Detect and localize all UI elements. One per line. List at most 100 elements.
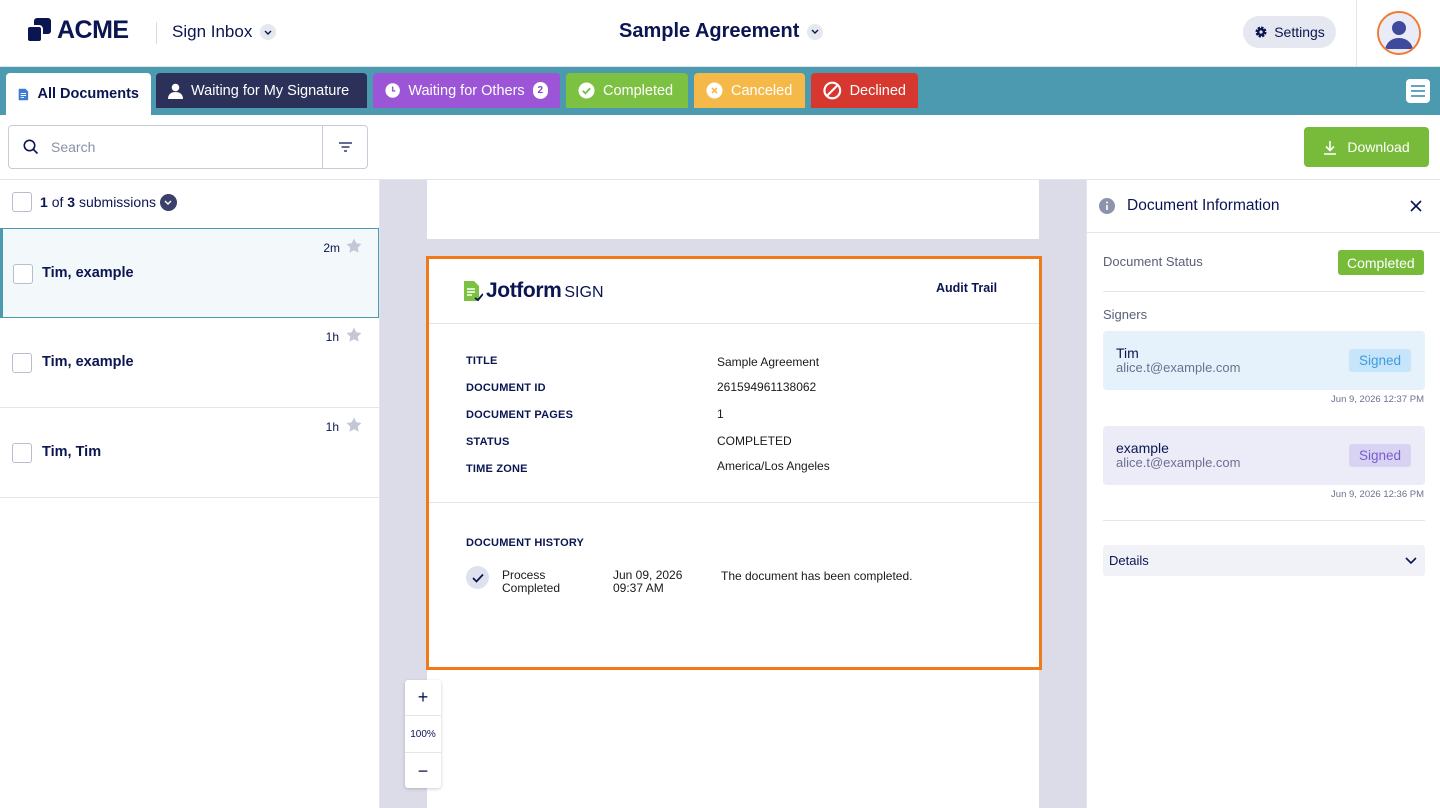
document-info-panel: Document Information Document Status Com…	[1086, 180, 1440, 808]
of-label: of	[51, 194, 64, 210]
signed-badge: Signed	[1348, 349, 1411, 372]
field-label: TIME ZONE	[466, 463, 528, 475]
zoom-out-button[interactable]: −	[405, 754, 441, 788]
document-page	[427, 670, 1039, 808]
document-page	[427, 180, 1039, 239]
search-icon	[23, 139, 39, 155]
check-icon	[466, 566, 489, 589]
list-item[interactable]: Tim, Tim 1h	[0, 408, 379, 498]
count-badge: 2	[532, 82, 548, 99]
tab-declined[interactable]: Declined	[811, 73, 918, 108]
sign-brand: SIGN	[564, 283, 604, 301]
download-button[interactable]: Download	[1304, 127, 1429, 167]
history-description: The document has been completed.	[721, 569, 913, 583]
brand-name: ACME	[57, 16, 129, 44]
total-count: 3	[67, 194, 76, 210]
brand-logo[interactable]: ACME	[27, 16, 129, 45]
signer-email: alice.t@example.com	[1116, 360, 1241, 375]
inbox-label: Sign Inbox	[172, 22, 253, 41]
tab-label: Waiting for My Signature	[191, 82, 350, 99]
tab-waiting-for-my-signature[interactable]: Waiting for My Signature	[156, 73, 367, 108]
tab-canceled[interactable]: Canceled	[694, 73, 805, 108]
signed-badge: Signed	[1348, 444, 1411, 467]
chevron-down-icon[interactable]	[159, 193, 177, 211]
list-item[interactable]: Tim, example 1h	[0, 318, 379, 408]
submission-name: Tim, example	[42, 354, 134, 370]
filter-button[interactable]	[322, 126, 367, 168]
history-heading: DOCUMENT HISTORY	[466, 537, 585, 549]
header-divider	[156, 22, 157, 44]
search-input[interactable]	[51, 139, 311, 155]
tab-label: All Documents	[37, 86, 139, 102]
field-label: DOCUMENT PAGES	[466, 409, 574, 421]
status-tab-bar: All Documents Waiting for My Signature W…	[0, 67, 1440, 115]
history-time-line: 09:37 AM	[613, 581, 664, 595]
download-label: Download	[1347, 139, 1410, 155]
signers-label: Signers	[1103, 307, 1148, 322]
row-checkbox[interactable]	[12, 443, 32, 463]
row-checkbox[interactable]	[12, 353, 32, 373]
signed-date: Jun 9, 2026 12:37 PM	[1331, 394, 1424, 405]
hamburger-menu-button[interactable]	[1406, 79, 1430, 103]
history-date: Jun 09, 2026 09:37 AM	[613, 569, 682, 595]
download-icon	[1324, 140, 1337, 155]
history-event-line: Completed	[502, 581, 561, 595]
divider	[429, 323, 1039, 324]
tab-label: Completed	[603, 82, 674, 99]
zoom-in-button[interactable]: +	[405, 680, 441, 714]
app-header: ACME Sign Inbox Sample Agreement Setting…	[0, 0, 1440, 67]
tab-label: Declined	[849, 82, 906, 99]
submission-name: Tim, Tim	[42, 444, 102, 460]
star-icon[interactable]	[346, 238, 362, 253]
close-icon[interactable]	[1410, 200, 1422, 212]
settings-button[interactable]: Settings	[1243, 16, 1336, 48]
status-badge: Completed	[1338, 250, 1424, 275]
divider	[429, 502, 1039, 503]
field-label: DOCUMENT ID	[466, 382, 546, 394]
submission-time: 1h	[325, 330, 339, 344]
signer-email: alice.t@example.com	[1116, 455, 1241, 470]
list-item[interactable]: Tim, example 2m	[0, 228, 379, 318]
check-circle-icon	[578, 82, 595, 99]
submission-time: 1h	[325, 420, 339, 434]
tab-all-documents[interactable]: All Documents	[6, 73, 151, 115]
inbox-switcher[interactable]: Sign Inbox	[172, 22, 277, 42]
submission-count-text: 1 of 3 submissions	[40, 194, 156, 210]
avatar-icon	[1379, 13, 1419, 53]
zoom-level: 100%	[405, 715, 441, 753]
select-all-checkbox[interactable]	[12, 192, 32, 212]
signer-name: Tim	[1116, 345, 1139, 361]
field-value: COMPLETED	[717, 434, 792, 448]
row-checkbox[interactable]	[13, 264, 33, 284]
document-title-switcher[interactable]: Sample Agreement	[619, 20, 824, 43]
field-value: Sample Agreement	[717, 355, 820, 369]
current-index: 1	[40, 194, 48, 210]
field-value: 261594961138062	[717, 380, 817, 394]
tab-label: Canceled	[731, 82, 793, 99]
avatar[interactable]	[1377, 11, 1421, 55]
status-label: Document Status	[1103, 254, 1203, 269]
star-icon[interactable]	[346, 327, 362, 342]
field-value: America/Los Angeles	[717, 459, 830, 473]
divider	[1087, 232, 1440, 233]
document-viewer[interactable]: Jotform SIGN Audit Trail TITLE Sample Ag…	[380, 180, 1086, 808]
details-accordion[interactable]: Details	[1103, 545, 1425, 576]
document-icon	[18, 88, 29, 100]
filter-icon	[338, 142, 352, 152]
audit-trail-page: Jotform SIGN Audit Trail TITLE Sample Ag…	[426, 256, 1042, 670]
tab-waiting-for-others[interactable]: Waiting for Others 2	[373, 73, 560, 108]
search-box	[8, 125, 368, 169]
signer-card[interactable]: example alice.t@example.com Signed	[1103, 426, 1425, 485]
document-title: Sample Agreement	[619, 20, 800, 42]
header-divider	[1356, 0, 1357, 67]
x-circle-icon	[706, 82, 723, 99]
jotform-sign-logo: Jotform SIGN	[463, 279, 604, 303]
history-event: Process Completed	[502, 569, 560, 595]
signer-card[interactable]: Tim alice.t@example.com Signed	[1103, 331, 1425, 390]
signed-date: Jun 9, 2026 12:36 PM	[1331, 489, 1424, 500]
acme-logo-icon	[27, 17, 51, 43]
tab-label: Waiting for Others	[408, 82, 525, 99]
tab-completed[interactable]: Completed	[566, 73, 688, 108]
field-label: TITLE	[466, 355, 498, 367]
star-icon[interactable]	[346, 417, 362, 432]
